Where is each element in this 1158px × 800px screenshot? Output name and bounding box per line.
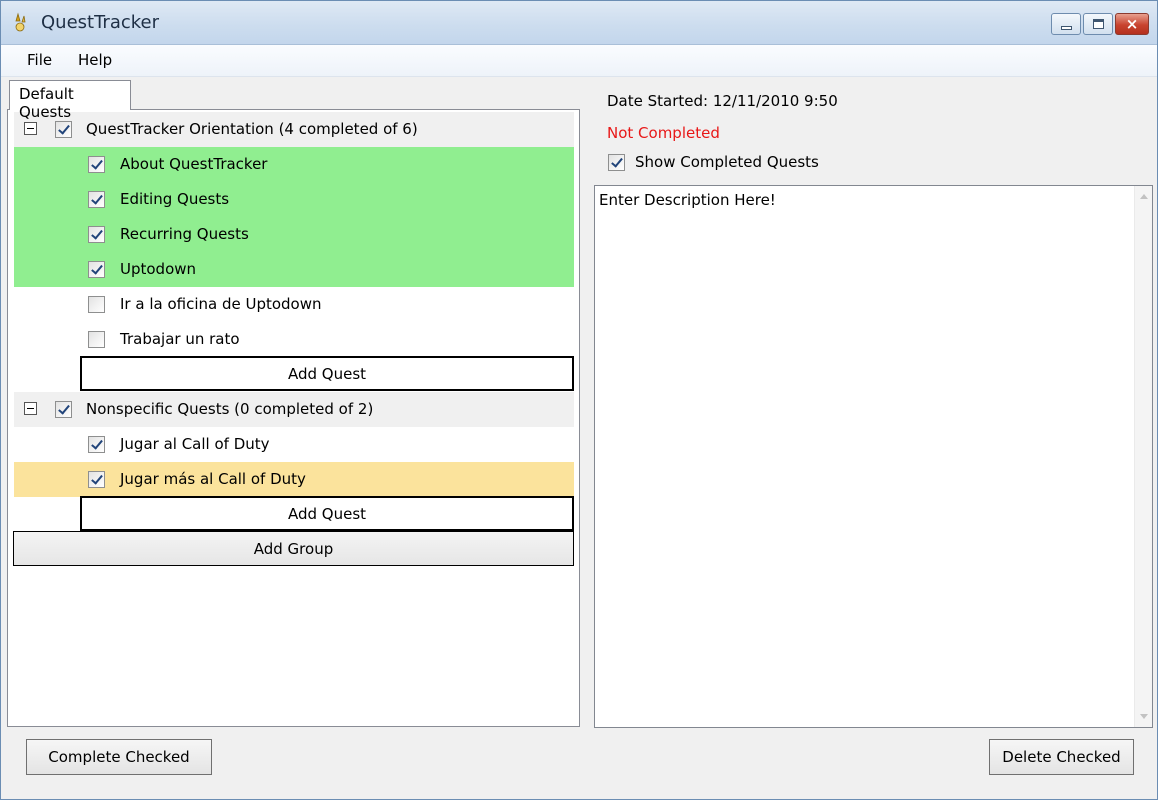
close-button[interactable]: × xyxy=(1115,13,1149,35)
maximize-icon xyxy=(1093,19,1104,29)
quest-row[interactable]: About QuestTracker xyxy=(14,147,574,182)
show-completed-checkbox[interactable] xyxy=(608,154,625,171)
quest-label: Ir a la oficina de Uptodown xyxy=(120,295,322,313)
tab-default-quests[interactable]: Default Quests xyxy=(9,80,131,121)
quest-checkbox[interactable] xyxy=(88,156,105,173)
menu-file[interactable]: File xyxy=(27,51,52,69)
menu-bar: File Help xyxy=(1,45,1157,77)
scroll-up-icon[interactable] xyxy=(1140,194,1148,199)
quest-row[interactable]: Ir a la oficina de Uptodown xyxy=(14,287,574,322)
quest-label: Trabajar un rato xyxy=(120,330,240,348)
quest-row[interactable]: Jugar más al Call of Duty xyxy=(14,462,574,497)
collapse-icon[interactable] xyxy=(24,402,37,415)
add-quest-button[interactable]: Add Quest xyxy=(80,496,574,531)
complete-checked-button[interactable]: Complete Checked xyxy=(26,739,212,775)
quest-checkbox[interactable] xyxy=(88,471,105,488)
date-started-label: Date Started: 12/11/2010 9:50 xyxy=(607,92,838,110)
group-label: QuestTracker Orientation (4 completed of… xyxy=(86,120,418,138)
quest-label: Recurring Quests xyxy=(120,225,249,243)
quest-checkbox[interactable] xyxy=(88,296,105,313)
quest-row[interactable]: Uptodown xyxy=(14,252,574,287)
minimize-icon xyxy=(1061,26,1072,30)
quest-tree: QuestTracker Orientation (4 completed of… xyxy=(7,109,580,727)
quest-checkbox[interactable] xyxy=(88,436,105,453)
app-window: QuestTracker × File Help Default Quests … xyxy=(0,0,1158,800)
menu-help[interactable]: Help xyxy=(78,51,112,69)
window-title: QuestTracker xyxy=(41,12,160,33)
quest-label: About QuestTracker xyxy=(120,155,268,173)
show-completed-label[interactable]: Show Completed Quests xyxy=(635,153,819,171)
quest-row[interactable]: Recurring Quests xyxy=(14,217,574,252)
title-bar[interactable]: QuestTracker × xyxy=(1,1,1157,45)
quest-label: Jugar al Call of Duty xyxy=(120,435,270,453)
quest-row[interactable]: Trabajar un rato xyxy=(14,322,574,357)
maximize-button[interactable] xyxy=(1083,13,1113,35)
quest-row[interactable]: Jugar al Call of Duty xyxy=(14,427,574,462)
collapse-icon[interactable] xyxy=(24,122,37,135)
quest-row[interactable]: Editing Quests xyxy=(14,182,574,217)
description-scrollbar[interactable] xyxy=(1134,186,1152,727)
quest-checkbox[interactable] xyxy=(88,331,105,348)
add-quest-button[interactable]: Add Quest xyxy=(80,356,574,391)
scroll-down-icon[interactable] xyxy=(1140,714,1148,719)
minimize-button[interactable] xyxy=(1051,13,1081,35)
group-row[interactable]: QuestTracker Orientation (4 completed of… xyxy=(14,112,574,147)
status-label: Not Completed xyxy=(607,124,720,142)
group-checkbox[interactable] xyxy=(55,401,72,418)
group-checkbox[interactable] xyxy=(55,121,72,138)
window-controls: × xyxy=(1049,13,1149,35)
quest-label: Uptodown xyxy=(120,260,197,278)
delete-checked-button[interactable]: Delete Checked xyxy=(989,739,1134,775)
quest-checkbox[interactable] xyxy=(88,226,105,243)
quest-label: Editing Quests xyxy=(120,190,230,208)
group-label: Nonspecific Quests (0 completed of 2) xyxy=(86,400,374,418)
description-text: Enter Description Here! xyxy=(599,191,776,209)
quest-label: Jugar más al Call of Duty xyxy=(120,470,306,488)
quest-app-icon xyxy=(15,12,26,32)
group-row[interactable]: Nonspecific Quests (0 completed of 2) xyxy=(14,392,574,427)
description-textarea[interactable]: Enter Description Here! xyxy=(594,185,1153,728)
add-group-button[interactable]: Add Group xyxy=(13,531,574,566)
close-icon: × xyxy=(1125,15,1139,33)
quest-checkbox[interactable] xyxy=(88,191,105,208)
quest-checkbox[interactable] xyxy=(88,261,105,278)
